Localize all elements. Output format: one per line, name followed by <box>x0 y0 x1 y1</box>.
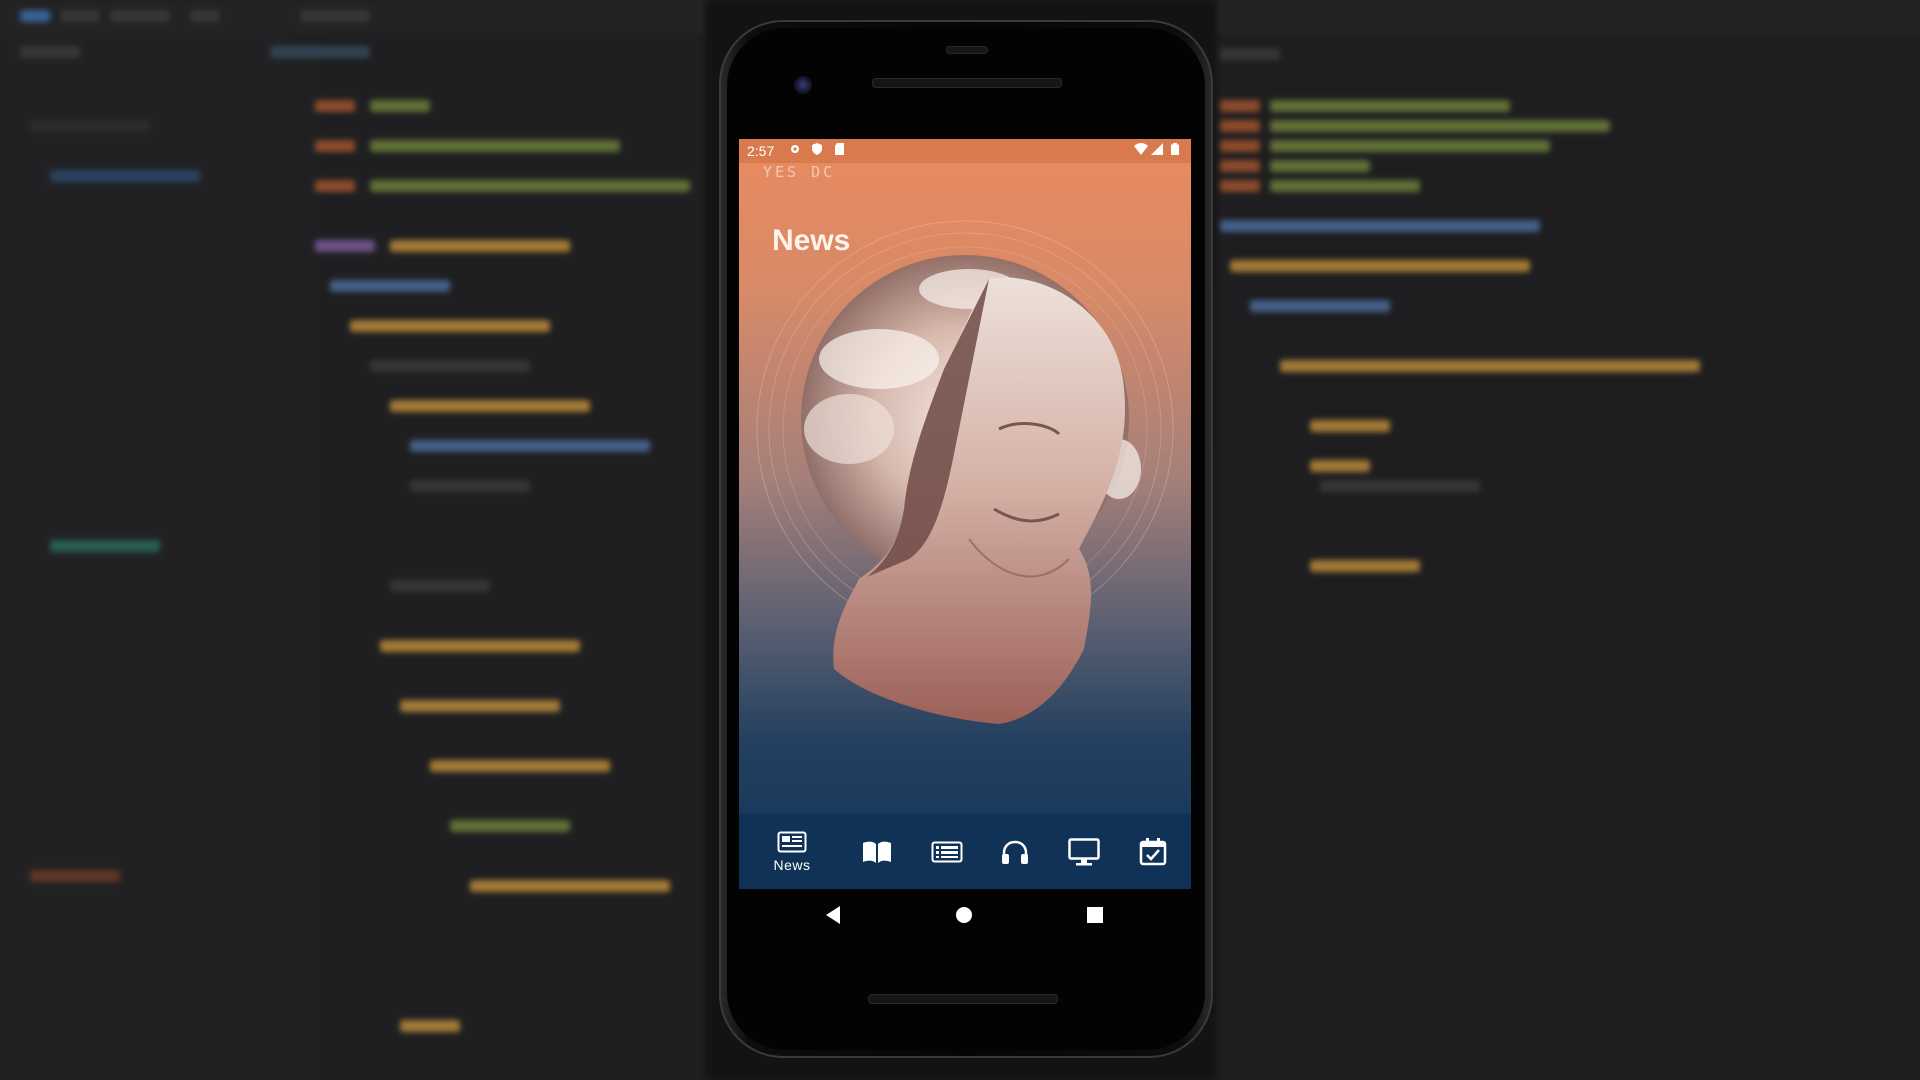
calendar-check-icon <box>1139 837 1167 865</box>
book-icon <box>863 841 891 863</box>
system-navigation-bar <box>739 889 1191 941</box>
signal-icon <box>1151 143 1163 155</box>
nav-item-list[interactable] <box>919 814 975 889</box>
earpiece-speaker <box>872 78 1062 88</box>
nav-item-tv[interactable] <box>1056 814 1112 889</box>
wifi-icon <box>1134 143 1148 155</box>
status-time: 2:57 <box>747 143 775 159</box>
recents-icon <box>1087 907 1103 923</box>
brand-logo: YES DC <box>763 163 836 181</box>
settings-icon <box>791 145 799 153</box>
bottom-speaker <box>868 994 1058 1004</box>
sd-card-icon <box>835 143 844 155</box>
nav-label-news: News <box>773 856 811 873</box>
newspaper-icon <box>777 831 807 852</box>
statue-artwork <box>756 220 1174 724</box>
home-button[interactable] <box>950 901 978 929</box>
nav-item-book[interactable] <box>849 814 905 889</box>
back-icon <box>826 906 840 924</box>
nav-item-news[interactable]: News <box>753 814 831 889</box>
bottom-navigation: News <box>739 814 1191 889</box>
front-camera <box>794 76 812 94</box>
recents-button[interactable] <box>1081 901 1109 929</box>
volume-button <box>1213 450 1218 560</box>
battery-icon <box>1171 143 1179 155</box>
editor-project-tree <box>0 34 291 1080</box>
back-button[interactable] <box>819 901 847 929</box>
list-icon <box>931 841 963 862</box>
status-bar: 2:57 <box>739 139 1191 163</box>
page-title: News <box>772 224 851 257</box>
nav-item-calendar[interactable] <box>1125 814 1181 889</box>
home-icon <box>956 907 972 923</box>
shield-icon <box>812 143 822 155</box>
app-screen: 2:57 YES DC News News <box>739 139 1191 889</box>
headphones-icon <box>1002 840 1028 864</box>
power-button <box>1213 290 1218 360</box>
monitor-icon <box>1068 837 1100 865</box>
top-sensor <box>946 46 988 54</box>
nav-item-audio[interactable] <box>987 814 1043 889</box>
